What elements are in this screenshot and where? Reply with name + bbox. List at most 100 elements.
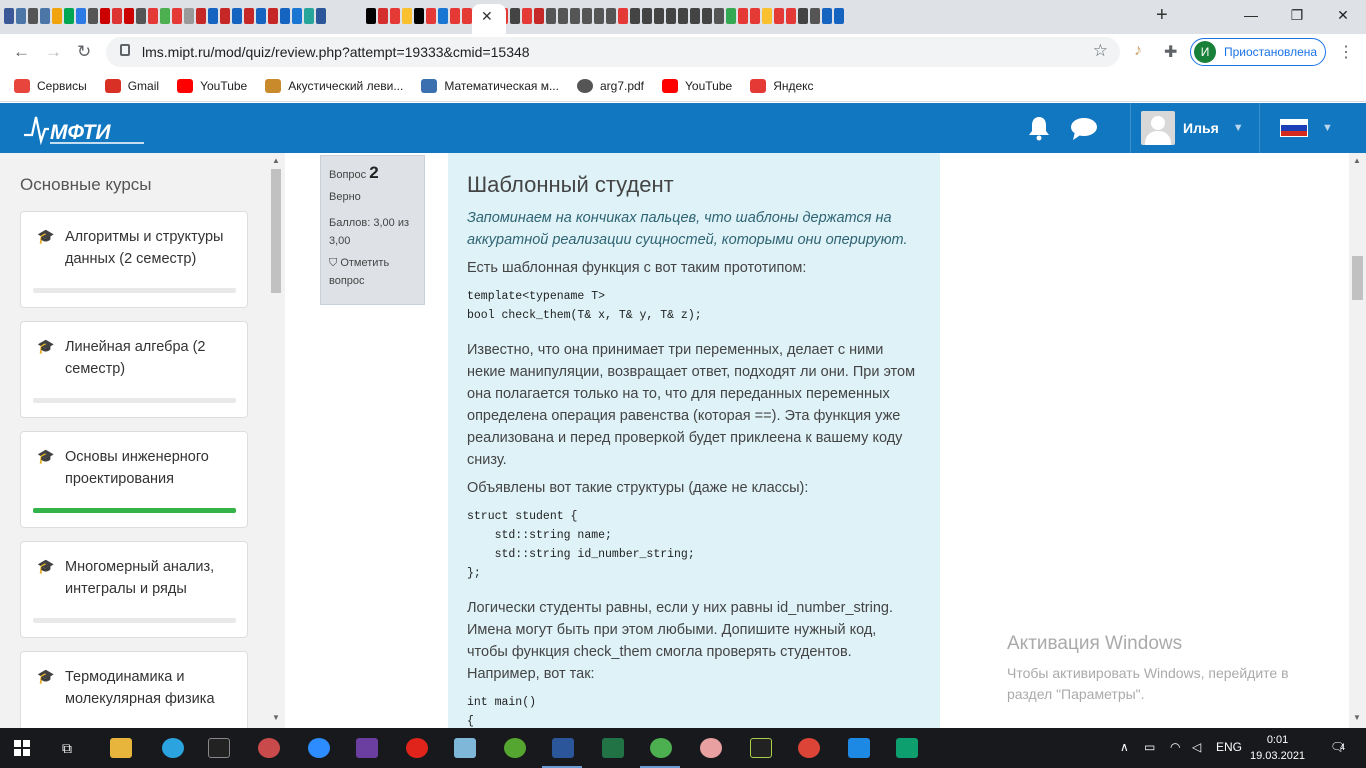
app-icon[interactable] — [356, 738, 378, 758]
tab-favicon-icon[interactable] — [304, 8, 314, 24]
close-window-button[interactable]: ✕ — [1320, 0, 1366, 30]
tab-favicon-icon[interactable] — [196, 8, 206, 24]
tab-favicon-icon[interactable] — [100, 8, 110, 24]
bookmark-item[interactable]: YouTube — [662, 78, 732, 93]
course-card[interactable]: 🎓 Алгоритмы и структуры данных (2 семестр… — [20, 211, 248, 308]
tab-favicon-icon[interactable] — [570, 8, 580, 24]
tab-favicon-icon[interactable] — [112, 8, 122, 24]
tab-favicon-icon[interactable] — [822, 8, 832, 24]
bookmark-item[interactable]: YouTube — [177, 78, 247, 93]
profile-button[interactable]: И Приостановлена — [1190, 38, 1326, 66]
forward-arrow-icon[interactable]: → — [45, 42, 62, 62]
course-title[interactable]: Термодинамика и молекулярная физика — [65, 666, 245, 710]
tab-favicon-icon[interactable] — [606, 8, 616, 24]
browser-tabs[interactable] — [0, 8, 1140, 26]
maximize-button[interactable]: ❐ — [1274, 0, 1320, 30]
tab-favicon-icon[interactable] — [558, 8, 568, 24]
scroll-up-icon[interactable]: ▲ — [272, 156, 280, 165]
tab-favicon-icon[interactable] — [678, 8, 688, 24]
excel-icon[interactable] — [602, 738, 624, 758]
chrome-icon[interactable] — [798, 738, 820, 758]
tab-favicon-icon[interactable] — [172, 8, 182, 24]
course-title[interactable]: Основы инженерного проектирования — [65, 446, 245, 490]
wifi-icon[interactable]: ◠ — [1170, 740, 1180, 754]
tab-favicon-icon[interactable] — [726, 8, 736, 24]
tab-favicon-icon[interactable] — [786, 8, 796, 24]
file-explorer-icon[interactable] — [110, 738, 132, 758]
tab-favicon-icon[interactable] — [244, 8, 254, 24]
tab-favicon-icon[interactable] — [160, 8, 170, 24]
tab-favicon-icon[interactable] — [426, 8, 436, 24]
chrome-icon[interactable] — [650, 738, 672, 758]
address-bar[interactable]: lms.mipt.ru/mod/quiz/review.php?attempt=… — [106, 37, 1120, 67]
terminal-icon[interactable] — [208, 738, 230, 758]
new-tab-button[interactable]: + — [1156, 4, 1168, 27]
tab-favicon-icon[interactable] — [402, 8, 412, 24]
scroll-down-icon[interactable]: ▼ — [1353, 713, 1361, 722]
photos-icon[interactable] — [848, 738, 870, 758]
tab-favicon-icon[interactable] — [534, 8, 544, 24]
telegram-icon[interactable] — [162, 738, 184, 758]
tab-favicon-icon[interactable] — [594, 8, 604, 24]
tab-favicon-icon[interactable] — [256, 8, 266, 24]
extensions-puzzle-icon[interactable]: ✚ — [1164, 42, 1177, 62]
scroll-up-icon[interactable]: ▲ — [1353, 156, 1361, 165]
task-view-icon[interactable]: ⧉ — [62, 740, 72, 757]
notifications-bell-icon[interactable] — [1026, 115, 1052, 141]
system-clock[interactable]: 0:01 19.03.2021 — [1250, 732, 1305, 764]
course-card[interactable]: 🎓 Многомерный анализ, интегралы и ряды — [20, 541, 248, 638]
user-menu[interactable]: Илья ▼ — [1130, 103, 1260, 153]
bookmark-item[interactable]: Gmail — [104, 78, 159, 93]
battery-icon[interactable]: ▭ — [1144, 740, 1155, 754]
bookmark-item[interactable]: Акустический леви... — [265, 78, 403, 93]
back-arrow-icon[interactable]: ← — [13, 42, 30, 62]
clion-icon[interactable] — [896, 738, 918, 758]
reload-icon[interactable]: ↻ — [77, 42, 91, 62]
course-card[interactable]: 🎓 Термодинамика и молекулярная физика — [20, 651, 248, 728]
tab-favicon-icon[interactable] — [136, 8, 146, 24]
zoom-icon[interactable] — [308, 738, 330, 758]
tab-favicon-icon[interactable] — [582, 8, 592, 24]
tab-favicon-icon[interactable] — [16, 8, 26, 24]
tab-favicon-icon[interactable] — [630, 8, 640, 24]
messages-chat-icon[interactable] — [1070, 117, 1098, 141]
pycharm-icon[interactable] — [750, 738, 772, 758]
course-title[interactable]: Линейная алгебра (2 семестр) — [65, 336, 245, 380]
course-title[interactable]: Алгоритмы и структуры данных (2 семестр) — [65, 226, 245, 270]
scroll-down-icon[interactable]: ▼ — [272, 713, 280, 722]
tab-favicon-icon[interactable] — [750, 8, 760, 24]
app-icon[interactable] — [454, 738, 476, 758]
tab-favicon-icon[interactable] — [88, 8, 98, 24]
course-card[interactable]: 🎓 Основы инженерного проектирования — [20, 431, 248, 528]
tab-favicon-icon[interactable] — [462, 8, 472, 24]
tab-favicon-icon[interactable] — [52, 8, 62, 24]
volume-icon[interactable]: ◁ — [1192, 740, 1201, 754]
tab-favicon-icon[interactable] — [124, 8, 134, 24]
tab-favicon-icon[interactable] — [366, 8, 376, 24]
tab-favicon-icon[interactable] — [702, 8, 712, 24]
windows-start-icon[interactable] — [14, 740, 30, 756]
tab-favicon-icon[interactable] — [510, 8, 520, 24]
tab-favicon-icon[interactable] — [666, 8, 676, 24]
tab-favicon-icon[interactable] — [232, 8, 242, 24]
tab-favicon-icon[interactable] — [654, 8, 664, 24]
tab-favicon-icon[interactable] — [148, 8, 158, 24]
tab-favicon-icon[interactable] — [280, 8, 290, 24]
bookmark-star-icon[interactable]: ☆ — [1093, 41, 1108, 61]
bookmark-item[interactable]: Сервисы — [14, 78, 87, 93]
tab-favicon-icon[interactable] — [4, 8, 14, 24]
tab-favicon-icon[interactable] — [268, 8, 278, 24]
tab-close-icon[interactable]: ✕ — [481, 8, 493, 25]
tab-favicon-icon[interactable] — [810, 8, 820, 24]
tab-favicon-icon[interactable] — [64, 8, 74, 24]
tab-favicon-icon[interactable] — [292, 8, 302, 24]
flag-question-link[interactable]: ⛉ Отметить вопрос — [329, 254, 416, 290]
tab-favicon-icon[interactable] — [690, 8, 700, 24]
utorrent-icon[interactable] — [504, 738, 526, 758]
tab-favicon-icon[interactable] — [28, 8, 38, 24]
tab-favicon-icon[interactable] — [762, 8, 772, 24]
tab-favicon-icon[interactable] — [414, 8, 424, 24]
page-scrollbar[interactable]: ▲ ▼ — [1349, 153, 1366, 728]
sidebar-scroll-thumb[interactable] — [271, 169, 281, 293]
tab-favicon-icon[interactable] — [450, 8, 460, 24]
